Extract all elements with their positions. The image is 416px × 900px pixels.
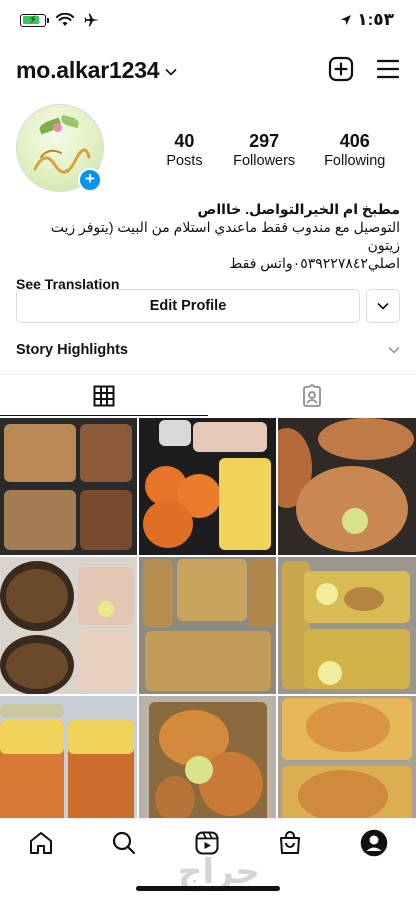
tagged-icon xyxy=(303,383,321,407)
location-arrow-icon xyxy=(341,15,352,25)
post-thumbnail[interactable] xyxy=(139,418,276,555)
airplane-icon xyxy=(84,13,99,27)
bio-line-1: التوصيل مع مندوب فقط ماعندي استلام من ال… xyxy=(50,219,400,253)
profile-header: mo.alkar1234 xyxy=(16,52,400,88)
status-icons: ⚡ xyxy=(20,12,100,28)
profile-avatar-wrap[interactable]: + xyxy=(16,104,104,192)
bio-name: مطبخ ام الخيرالتواصل. خاااص xyxy=(197,201,400,217)
add-story-plus-icon[interactable]: + xyxy=(78,168,102,192)
following-label: Following xyxy=(324,153,386,169)
posts-label: Posts xyxy=(166,153,203,169)
shop-icon[interactable] xyxy=(277,830,303,856)
profile-stats: 40 Posts 297 Followers 406 Following xyxy=(150,131,400,171)
stat-posts[interactable]: 40 Posts xyxy=(150,131,219,171)
post-thumbnail[interactable] xyxy=(0,557,137,694)
followers-count: 297 xyxy=(249,131,280,151)
posts-count: 40 xyxy=(174,131,195,151)
bio-line-2: اصلي٠٥٣٩٢٢٧٨٤٢واتس فقط xyxy=(229,255,400,271)
post-thumbnail[interactable] xyxy=(0,418,137,555)
edit-profile-button[interactable]: Edit Profile xyxy=(16,289,360,323)
post-thumbnail[interactable] xyxy=(278,418,416,555)
story-highlights-title: Story Highlights xyxy=(16,342,128,358)
search-icon[interactable] xyxy=(111,830,137,856)
profile-tabs xyxy=(0,374,416,416)
status-time-group: ١:٥٣ xyxy=(340,10,394,30)
profile-icon[interactable] xyxy=(360,829,388,857)
tab-tagged[interactable] xyxy=(208,375,416,416)
post-thumbnail[interactable] xyxy=(139,696,276,833)
stat-followers[interactable]: 297 Followers xyxy=(219,131,310,171)
chevron-down-icon[interactable] xyxy=(165,68,177,76)
menu-icon[interactable] xyxy=(376,56,400,82)
home-icon[interactable] xyxy=(28,830,54,856)
profile-buttons: Edit Profile xyxy=(16,289,400,323)
profile-bio: مطبخ ام الخيرالتواصل. خاااص التوصيل مع م… xyxy=(16,200,400,293)
post-thumbnail[interactable] xyxy=(278,557,416,694)
following-count: 406 xyxy=(339,131,370,151)
wifi-icon xyxy=(56,13,74,26)
tab-grid[interactable] xyxy=(0,375,208,416)
status-time: ١:٥٣ xyxy=(357,10,394,29)
followers-label: Followers xyxy=(233,153,296,169)
post-thumbnail[interactable] xyxy=(278,696,416,833)
posts-grid xyxy=(0,418,416,833)
post-thumbnail[interactable] xyxy=(139,557,276,694)
header-actions xyxy=(328,56,400,82)
new-post-icon[interactable] xyxy=(328,56,354,82)
home-indicator xyxy=(136,886,280,891)
battery-icon: ⚡ xyxy=(20,13,49,27)
chevron-down-icon xyxy=(388,346,400,354)
stat-following[interactable]: 406 Following xyxy=(309,131,400,171)
chevron-down-icon xyxy=(377,302,389,310)
grid-icon xyxy=(93,385,115,406)
story-highlights-row[interactable]: Story Highlights xyxy=(16,336,400,364)
username[interactable]: mo.alkar1234 xyxy=(16,57,160,84)
post-thumbnail[interactable] xyxy=(0,696,137,833)
status-bar: ⚡ ١:٥٣ xyxy=(0,0,416,44)
suggestions-toggle-button[interactable] xyxy=(366,289,400,323)
